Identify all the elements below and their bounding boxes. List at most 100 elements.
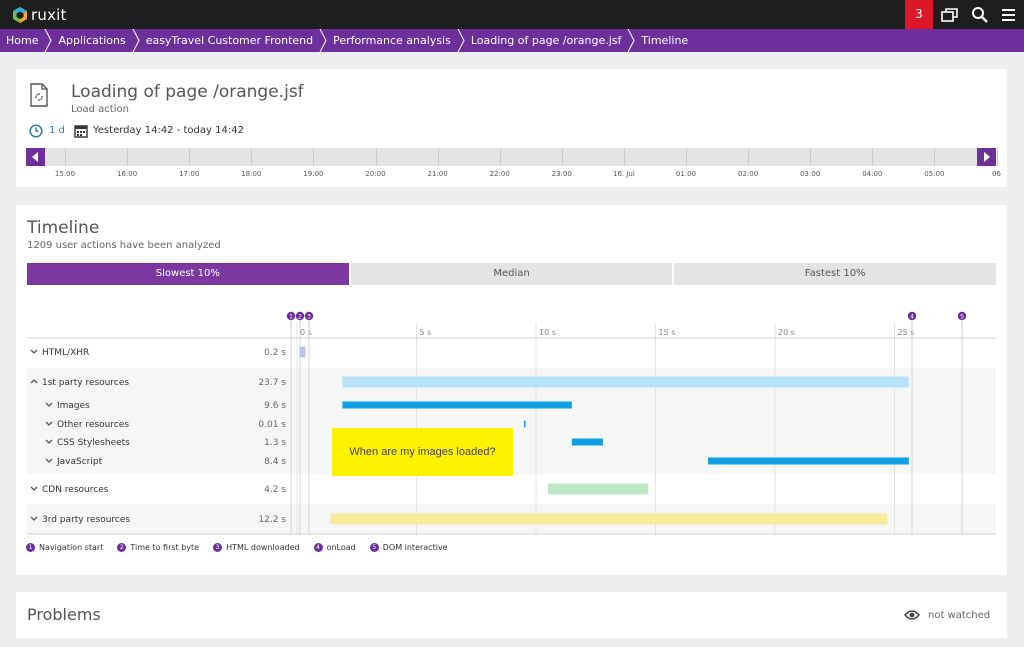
- page-subtitle: Load action: [71, 104, 129, 115]
- menu-icon[interactable]: [999, 5, 1019, 25]
- timeframe-tick-label: 18:00: [241, 170, 262, 178]
- timeframe-tick: [375, 148, 377, 166]
- timing-bar: [524, 420, 526, 428]
- legend-label: HTML downloaded: [226, 543, 300, 552]
- timeframe-slider[interactable]: [26, 148, 998, 166]
- legend-item: 5 DOM interactive: [369, 543, 448, 552]
- timeframe-tick-label: 15:00: [54, 170, 76, 178]
- timeframe-tick-label: 17:00: [179, 170, 200, 178]
- milestone-legend: 1 Navigation start 2 Time to first byte 3 HTM…: [26, 543, 448, 552]
- timeframe-tick-label: 20:00: [365, 170, 386, 178]
- calendar-icon[interactable]: [74, 124, 88, 138]
- timeframe-tick-label: 04:00: [862, 170, 883, 178]
- legend-item: 1 Navigation start: [26, 543, 103, 552]
- timeframe-tick-label: 21:00: [427, 170, 448, 178]
- milestone-marker-label: 5: [960, 313, 964, 320]
- timeframe-tick-label: 06: [992, 170, 1001, 178]
- timeframe-tick: [127, 148, 129, 166]
- timeframe-prev-button[interactable]: [26, 148, 45, 166]
- legend-item: 4 onLoad: [313, 543, 356, 552]
- timeframe-tick-label: 16:00: [117, 170, 138, 178]
- axis-tick-label: 15 s: [659, 328, 676, 337]
- row-label[interactable]: 1st party resources: [42, 378, 129, 388]
- milestone-marker-label: 1: [289, 313, 293, 320]
- waterfall-chart: 0 s5 s 10 s 15 s 20 s 25 s 1 2 3 4 5 HTML/XHR 0.2 s…: [16, 205, 1007, 575]
- chevron-down-icon[interactable]: [30, 486, 38, 491]
- brand-name: ruxit: [31, 6, 67, 24]
- app-logo[interactable]: ruxit: [12, 5, 67, 25]
- breadcrumb-item[interactable]: Home: [0, 29, 53, 52]
- chevron-left-icon: [32, 152, 38, 162]
- timeframe-tick: [499, 148, 501, 166]
- timeframe-tick: [623, 148, 625, 166]
- milestone-marker-label: 3: [307, 313, 311, 320]
- breadcrumb-item[interactable]: Applications: [52, 29, 140, 52]
- timeframe-tick: [872, 148, 874, 166]
- clock-icon[interactable]: [29, 124, 43, 138]
- breadcrumb-item[interactable]: easyTravel Customer Frontend: [140, 29, 327, 52]
- annotation-note: When are my images loaded?: [332, 428, 513, 476]
- timeframe-tick: [251, 148, 253, 166]
- row-label[interactable]: Other resources: [57, 420, 129, 430]
- breadcrumb-separator-icon: [45, 29, 53, 52]
- problems-title: Problems: [27, 605, 101, 624]
- chevron-down-icon[interactable]: [30, 349, 38, 354]
- breadcrumb-item[interactable]: Loading of page /orange.jsf: [465, 29, 636, 52]
- timing-bar: [330, 513, 888, 525]
- timeframe-tick-label: 22:00: [489, 170, 510, 178]
- row-value: 0.01 s: [258, 420, 286, 430]
- timeframe-duration[interactable]: 1 d: [49, 125, 65, 136]
- timeframe-tick: [996, 148, 998, 166]
- watch-status[interactable]: not watched: [928, 610, 990, 621]
- legend-label: Navigation start: [39, 543, 104, 552]
- breadcrumb-separator-icon: [457, 29, 465, 52]
- legend-marker: 3: [213, 543, 223, 552]
- timeframe-tick: [934, 148, 936, 166]
- legend-marker: 2: [117, 543, 127, 552]
- legend-item: 3 HTML downloaded: [213, 543, 300, 552]
- timing-bar: [708, 457, 909, 465]
- timeframe-range[interactable]: Yesterday 14:42 - today 14:42: [93, 125, 244, 136]
- legend-label: onLoad: [326, 543, 356, 552]
- milestone-marker-label: 4: [910, 313, 914, 320]
- row-label[interactable]: HTML/XHR: [42, 348, 89, 358]
- notification-badge[interactable]: 3: [905, 0, 933, 29]
- timeframe-tick: [686, 148, 687, 166]
- page-title: Loading of page /orange.jsf: [71, 82, 304, 102]
- windows-icon[interactable]: [940, 5, 960, 25]
- search-icon[interactable]: [970, 5, 990, 25]
- timeframe-tick-label: 03:00: [800, 170, 821, 178]
- row-label[interactable]: CDN resources: [42, 485, 109, 495]
- breadcrumb-separator-icon: [627, 29, 635, 52]
- problems-card: Problems not watched: [16, 592, 1007, 638]
- row-label[interactable]: 3rd party resources: [42, 515, 130, 525]
- row-label[interactable]: CSS Stylesheets: [57, 438, 130, 448]
- timeframe-tick: [810, 148, 812, 166]
- legend-marker: 4: [313, 543, 323, 552]
- breadcrumb: Home Applications easyTravel Customer Fron…: [0, 29, 1024, 52]
- row-label[interactable]: JavaScript: [56, 457, 103, 467]
- timeframe-tick: [748, 148, 750, 166]
- row-value: 23.7 s: [258, 378, 286, 388]
- timeframe-tick-label: 01:00: [675, 170, 697, 178]
- legend-marker: 1: [26, 543, 35, 552]
- timeframe-tick-label: 05:00: [924, 170, 945, 178]
- timeframe-next-button[interactable]: [977, 148, 996, 166]
- page-load-icon: [30, 83, 48, 107]
- breadcrumb-item[interactable]: Timeline: [635, 29, 702, 52]
- eye-icon[interactable]: [904, 609, 920, 621]
- row-label[interactable]: Images: [57, 401, 90, 411]
- timeframe-tick: [561, 148, 563, 166]
- timeframe-tick: [189, 148, 191, 166]
- timeframe-tick-label: 23:00: [551, 170, 572, 178]
- row-value: 1.3 s: [264, 438, 286, 448]
- axis-tick-label: 10 s: [539, 328, 556, 337]
- timing-bar: [299, 346, 306, 358]
- axis-tick-label: 0 s: [300, 328, 312, 337]
- row-value: 8.4 s: [264, 457, 286, 467]
- breadcrumb-item[interactable]: Performance analysis: [327, 29, 465, 52]
- timeframe-tick-label: 16. Jul: [612, 170, 635, 178]
- timing-bar: [571, 438, 603, 446]
- timing-bar: [547, 483, 649, 495]
- breadcrumb-separator-icon: [132, 29, 140, 52]
